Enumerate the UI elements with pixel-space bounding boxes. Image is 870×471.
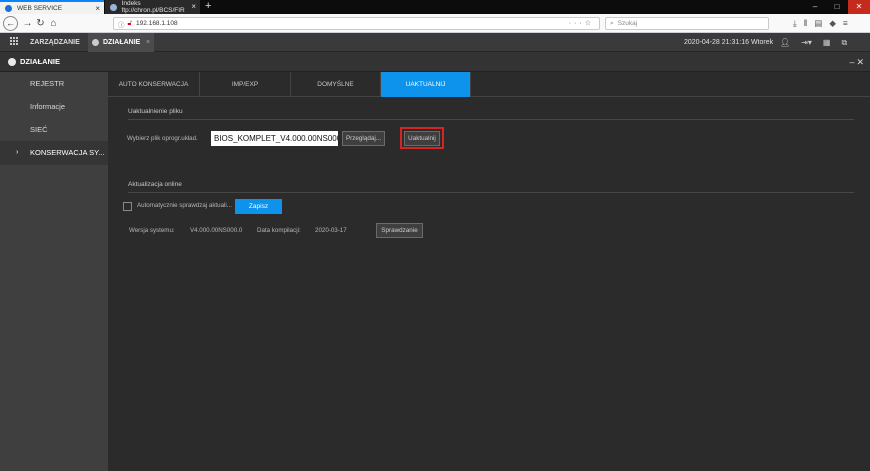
check-button[interactable]: Sprawdzanie [376, 223, 423, 238]
tab-label: UAKTUALNIJ [405, 81, 446, 88]
browser-tab-title: Indeks ftp://chron.pl/BCS/FIR [121, 0, 185, 14]
browser-tab-ftp-index[interactable]: Indeks ftp://chron.pl/BCS/FIR × [105, 0, 200, 14]
search-placeholder: Szukaj [617, 20, 638, 27]
system-version-value: V4.000.00NS000.0 [190, 227, 243, 234]
maximize-icon[interactable]: □ [826, 0, 848, 14]
search-input[interactable]: ⌕ Szukaj [605, 17, 769, 30]
window-close-icon[interactable]: ✕ [848, 0, 870, 14]
extension-icon[interactable]: ◆ [829, 17, 836, 30]
auto-check-label: Automatycznie sprawdzaj aktuali... [137, 202, 232, 209]
tab-dzialanie[interactable]: DZIAŁANIE × [88, 33, 154, 52]
main-content: AUTO KONSERWACJA IMP/EXP DOMYŚLNE UAKTUA… [108, 72, 870, 471]
section-divider [128, 119, 854, 120]
logout-icon[interactable]: ⇥▾ [801, 38, 812, 47]
sidebar-item-label: REJESTR [30, 79, 65, 88]
tab-auto-konserwacja[interactable]: AUTO KONSERWACJA [108, 72, 200, 97]
top-icons: 👤︎ ⇥▾ ▦ ⧉ [780, 33, 847, 52]
info-icon[interactable]: ⓘ [118, 19, 125, 29]
browser-nav-bar: ← → ↻ ⌂ ⓘ 🔓︎ 192.168.1.108 ···☆ ⌕ Szukaj… [0, 14, 870, 33]
insecure-lock-icon[interactable]: 🔓︎ [128, 20, 133, 28]
page-actions-icon[interactable]: ···☆ [569, 19, 594, 27]
panel-header: DZIAŁANIE –✕ [0, 52, 870, 72]
upgrade-button[interactable]: Uaktualnij [404, 131, 440, 146]
sidebar-item-informacje[interactable]: Informacje [0, 95, 108, 119]
sidebar-item-rejestr[interactable]: REJESTR [0, 72, 108, 96]
home-icon[interactable]: ⌂ [46, 16, 61, 31]
sub-tabs: AUTO KONSERWACJA IMP/EXP DOMYŚLNE UAKTUA… [108, 72, 870, 97]
tab-label: DOMYŚLNE [317, 81, 354, 88]
sidebar-item-konserwacja[interactable]: › KONSERWACJA SY... [0, 141, 108, 165]
tab-label: ZARZĄDZANIE [30, 39, 80, 46]
tab-label: AUTO KONSERWACJA [118, 81, 189, 88]
sidebar-icon[interactable]: ▤ [814, 17, 822, 30]
ftp-favicon-icon [110, 3, 117, 11]
panel-title: DZIAŁANIE [20, 57, 60, 66]
new-tab-button[interactable]: + [205, 0, 211, 14]
minimize-icon[interactable]: – [804, 0, 826, 14]
select-file-label: Wybierz plik oprogr.układ. [127, 135, 198, 142]
online-update-title: Aktualizacja online [128, 181, 182, 188]
web-service-favicon-icon [5, 4, 12, 12]
build-date-label: Data kompilacji: [257, 227, 301, 234]
browser-tab-title: WEB SERVICE [17, 4, 63, 12]
chevron-right-icon: › [16, 149, 19, 156]
tab-label: IMP/EXP [231, 81, 259, 88]
section-divider [128, 192, 854, 193]
tab-domyslne[interactable]: DOMYŚLNE [291, 72, 381, 97]
fullscreen-icon[interactable]: ⧉ [841, 38, 847, 48]
browser-tab-bar: WEB SERVICE × Indeks ftp://chron.pl/BCS/… [0, 0, 870, 14]
close-tab-icon[interactable]: × [146, 39, 150, 46]
system-datetime: 2020-04-28 21:31:16 Wtorek [684, 39, 774, 46]
library-icon[interactable]: ⫴ [804, 17, 808, 30]
tab-label: DZIAŁANIE [103, 39, 141, 46]
tab-zarzadzanie[interactable]: ZARZĄDZANIE [30, 33, 80, 52]
close-tab-icon[interactable]: × [191, 3, 196, 11]
panel-controls-icon[interactable]: –✕ [849, 52, 866, 72]
app-grid-icon[interactable] [10, 37, 19, 46]
operation-icon [8, 58, 16, 66]
browser-tab-web-service[interactable]: WEB SERVICE × [0, 0, 104, 14]
sidebar-item-siec[interactable]: SIEĆ [0, 118, 108, 142]
tab-imp-exp[interactable]: IMP/EXP [200, 72, 291, 97]
search-icon: ⌕ [610, 19, 614, 27]
firmware-file-field[interactable]: BIOS_KOMPLET_V4.000.00NS000.0. [211, 131, 338, 146]
browser-toolbar: ⤓ ⫴ ▤ ◆ ≡ [793, 17, 848, 30]
url-text: 192.168.1.108 [136, 20, 178, 27]
app-top-bar: ZARZĄDZANIE DZIAŁANIE × 2020-04-28 21:31… [0, 33, 870, 52]
layout-icon[interactable]: ▦ [823, 38, 831, 47]
file-upgrade-title: Uaktualnienie pliku [128, 108, 183, 115]
save-button[interactable]: Zapisz [235, 199, 282, 214]
url-bar[interactable]: ⓘ 🔓︎ 192.168.1.108 ···☆ [113, 17, 600, 30]
sidebar: REJESTR Informacje SIEĆ › KONSERWACJA SY… [0, 72, 108, 471]
user-icon[interactable]: 👤︎ [780, 38, 790, 47]
downloads-icon[interactable]: ⤓ [793, 17, 797, 30]
sidebar-item-label: SIEĆ [30, 125, 48, 134]
browse-button[interactable]: Przeglądaj... [342, 131, 385, 146]
back-arrow-icon[interactable]: ← [3, 16, 18, 31]
system-version-label: Wersja systemu: [129, 227, 175, 234]
close-tab-icon[interactable]: × [95, 5, 100, 13]
menu-icon[interactable]: ≡ [843, 17, 848, 30]
sidebar-item-label: KONSERWACJA SY... [30, 148, 105, 157]
window-controls: – □ ✕ [804, 0, 870, 14]
sidebar-item-label: Informacje [30, 102, 66, 111]
tab-uaktualnij[interactable]: UAKTUALNIJ [381, 72, 471, 97]
operation-icon [92, 39, 99, 46]
auto-check-checkbox[interactable] [123, 202, 132, 211]
build-date-value: 2020-03-17 [315, 227, 347, 234]
